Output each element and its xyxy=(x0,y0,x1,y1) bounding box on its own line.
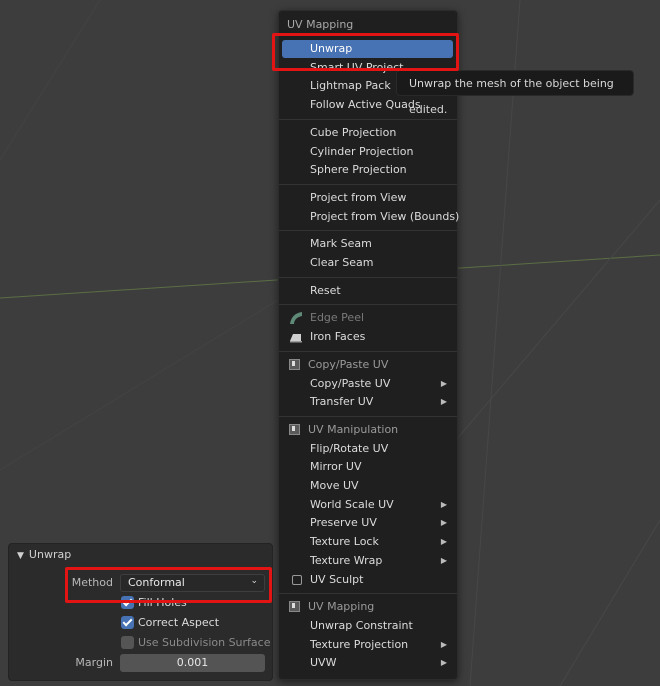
panel-header[interactable]: ▼ Unwrap xyxy=(17,548,71,561)
menu-item-label: UVW xyxy=(310,656,337,670)
addon-panel-icon xyxy=(289,423,300,435)
menu-item-reset[interactable]: Reset xyxy=(283,282,453,300)
menu-item-label: Mirror UV xyxy=(310,460,362,474)
menu-item-mark-seam[interactable]: Mark Seam xyxy=(283,235,453,253)
menu-item-label: Copy/Paste UV xyxy=(310,376,391,390)
menu-item-label: Flip/Rotate UV xyxy=(310,441,389,455)
menu-item-flip-rotate-uv[interactable]: Flip/Rotate UV xyxy=(283,440,453,458)
menu-item-cylinder-projection[interactable]: Cylinder Projection xyxy=(283,143,453,161)
menu-separator xyxy=(279,350,457,352)
menu-section-header: Copy/Paste UV xyxy=(283,356,453,374)
menu-item-edge-peel: Edge Peel xyxy=(283,309,453,327)
menu-separator xyxy=(279,304,457,306)
menu-item-label: Smart UV Project xyxy=(310,60,404,74)
menu-item-label: Lightmap Pack xyxy=(310,79,391,93)
menu-separator xyxy=(279,276,457,278)
menu-separator xyxy=(279,593,457,595)
menu-item-iron-faces[interactable]: Iron Faces xyxy=(283,328,453,346)
menu-item-preserve-uv[interactable]: Preserve UV ▶ xyxy=(283,514,453,532)
menu-item-texture-lock[interactable]: Texture Lock ▶ xyxy=(283,533,453,551)
menu-separator xyxy=(279,230,457,232)
menu-item-move-uv[interactable]: Move UV xyxy=(283,477,453,495)
menu-item-label: Texture Lock xyxy=(310,535,379,549)
fill-holes-checkbox[interactable] xyxy=(121,596,134,609)
menu-item-uv-sculpt[interactable]: UV Sculpt xyxy=(283,571,453,589)
margin-label: Margin xyxy=(75,656,113,669)
menu-item-label: Follow Active Quads xyxy=(310,98,421,112)
menu-item-label: Clear Seam xyxy=(310,256,374,269)
submenu-arrow-icon: ▶ xyxy=(440,397,447,407)
menu-item-label: Iron Faces xyxy=(310,330,366,344)
addon-panel-icon xyxy=(289,358,300,370)
menu-item-label: Transfer UV xyxy=(310,395,374,409)
chevron-down-icon: ⌄ xyxy=(250,576,258,586)
menu-item-label: Cube Projection xyxy=(310,125,397,139)
menu-item-label: Unwrap Constraint xyxy=(310,618,413,632)
submenu-arrow-icon: ▶ xyxy=(440,518,447,528)
menu-item-label: Project from View xyxy=(310,190,407,204)
menu-item-label: UV Sculpt xyxy=(310,572,364,586)
menu-item-label: Preserve UV xyxy=(310,516,377,530)
menu-item-unwrap-constraint[interactable]: Unwrap Constraint xyxy=(283,617,453,635)
unwrap-tooltip: Unwrap the mesh of the object being edit… xyxy=(396,70,634,116)
checkbox-icon xyxy=(292,574,302,585)
correct-aspect-checkbox[interactable] xyxy=(121,616,134,629)
fill-holes-label: Fill Holes xyxy=(138,596,187,609)
menu-title: UV Mapping xyxy=(287,18,354,31)
submenu-arrow-icon: ▶ xyxy=(440,658,447,668)
method-label: Method xyxy=(71,576,113,589)
edge-peel-icon xyxy=(290,312,302,325)
menu-item-label: World Scale UV xyxy=(310,497,394,511)
menu-item-label: Texture Projection xyxy=(310,637,409,651)
menu-item-texture-projection[interactable]: Texture Projection ▶ xyxy=(283,636,453,654)
correct-aspect-label: Correct Aspect xyxy=(138,616,220,629)
menu-item-label: Cylinder Projection xyxy=(310,144,414,158)
addon-panel-icon xyxy=(289,601,300,613)
menu-item-label: Move UV xyxy=(310,479,359,492)
chevron-down-icon: ▼ xyxy=(17,551,24,561)
menu-item-mirror-uv[interactable]: Mirror UV xyxy=(283,458,453,476)
panel-title: Unwrap xyxy=(28,548,72,561)
menu-item-clear-seam[interactable]: Clear Seam xyxy=(283,254,453,272)
submenu-arrow-icon: ▶ xyxy=(440,378,447,388)
menu-section-header: UV Mapping xyxy=(283,598,453,616)
iron-icon xyxy=(290,334,302,343)
method-dropdown[interactable]: Conformal ⌄ xyxy=(120,574,265,592)
menu-item-cube-projection[interactable]: Cube Projection xyxy=(283,124,453,142)
method-value: Conformal xyxy=(128,576,185,589)
menu-section-header-label: UV Manipulation xyxy=(308,422,399,436)
menu-section-header-label: UV Mapping xyxy=(308,600,375,614)
menu-item-project-from-view[interactable]: Project from View xyxy=(283,189,453,207)
menu-item-label: Reset xyxy=(310,283,341,297)
menu-item-label: Unwrap xyxy=(310,42,353,55)
use-subdivision-checkbox[interactable] xyxy=(121,636,134,649)
submenu-arrow-icon: ▶ xyxy=(440,555,447,565)
unwrap-operator-panel: ▼ Unwrap Method Conformal ⌄ Fill Holes Co… xyxy=(8,543,273,681)
margin-field[interactable]: 0.001 xyxy=(120,654,265,672)
menu-item-uvw[interactable]: UVW ▶ xyxy=(283,654,453,672)
menu-item-texture-wrap[interactable]: Texture Wrap ▶ xyxy=(283,552,453,570)
menu-item-transfer-uv[interactable]: Transfer UV ▶ xyxy=(283,393,453,411)
menu-item-sphere-projection[interactable]: Sphere Projection xyxy=(283,161,453,179)
submenu-arrow-icon: ▶ xyxy=(440,639,447,649)
menu-separator xyxy=(279,183,457,185)
menu-item-unwrap[interactable]: Unwrap xyxy=(282,40,453,58)
menu-item-label: Texture Wrap xyxy=(310,553,383,567)
menu-separator xyxy=(279,415,457,417)
menu-section-header: UV Manipulation xyxy=(283,421,453,439)
menu-item-label: Edge Peel xyxy=(310,311,365,325)
menu-item-label: Mark Seam xyxy=(310,237,372,251)
menu-item-project-from-view-bounds[interactable]: Project from View (Bounds) xyxy=(283,208,459,226)
menu-item-copy-paste-uv[interactable]: Copy/Paste UV ▶ xyxy=(283,375,453,393)
menu-item-world-scale-uv[interactable]: World Scale UV ▶ xyxy=(283,496,453,514)
menu-item-label: Sphere Projection xyxy=(310,163,407,177)
use-subdivision-label: Use Subdivision Surface xyxy=(138,636,271,649)
submenu-arrow-icon: ▶ xyxy=(440,499,447,509)
menu-section-header-label: Copy/Paste UV xyxy=(308,357,389,371)
menu-item-label: Project from View (Bounds) xyxy=(310,209,460,223)
submenu-arrow-icon: ▶ xyxy=(440,537,447,547)
